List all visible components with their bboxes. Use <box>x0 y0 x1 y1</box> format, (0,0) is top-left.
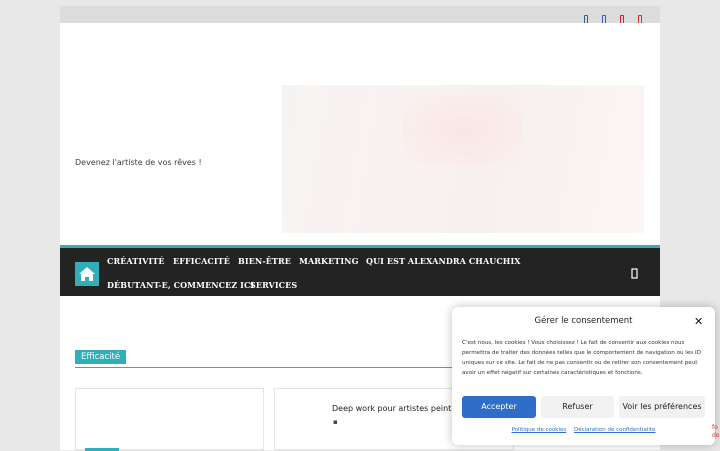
close-icon[interactable]: ✕ <box>694 315 703 328</box>
cookie-policy-link[interactable]: Politique de cookies <box>512 427 567 433</box>
top-bar <box>60 6 660 25</box>
consent-title: Gérer le consentement <box>534 316 633 326</box>
post-meta-icon: ▪ <box>333 418 338 426</box>
privacy-statement-link[interactable]: Déclaration de confidentialité <box>574 427 655 433</box>
site-tagline: Devenez l'artiste de vos rêves ! <box>75 158 202 167</box>
nav-item-creativite[interactable]: CRÉATIVITÉ <box>107 256 165 266</box>
accept-button[interactable]: Accepter <box>462 396 536 418</box>
refuse-button[interactable]: Refuser <box>541 396 614 418</box>
preferences-button[interactable]: Voir les préférences <box>619 396 705 418</box>
nav-item-efficacite[interactable]: EFFICACITÉ <box>173 256 230 266</box>
home-button[interactable] <box>75 262 99 286</box>
nav-item-debutant[interactable]: DÉBUTANT-E, COMMENCEZ ICI <box>107 280 254 290</box>
site-header: Devenez l'artiste de vos rêves ! <box>60 23 660 245</box>
search-icon[interactable] <box>629 268 641 280</box>
cookie-consent-dialog: Gérer le consentement ✕ C'est nous, les … <box>452 307 715 445</box>
nav-item-bien-etre[interactable]: BIEN-ÊTRE <box>238 256 291 266</box>
consent-text: C'est nous, les cookies ! Vous choisisse… <box>462 340 701 376</box>
consent-links: Politique de cookies Déclaration de conf… <box>452 427 715 433</box>
nav-item-marketing[interactable]: MARKETING <box>299 256 359 266</box>
header-image <box>282 85 644 233</box>
post-card[interactable] <box>75 388 264 451</box>
home-icon <box>79 267 95 281</box>
section-title[interactable]: Efficacité <box>75 350 127 364</box>
nav-item-qui-est[interactable]: QUI EST ALEXANDRA CHAUCHIX <box>366 256 521 266</box>
recaptcha-badge: fo do <box>712 424 720 439</box>
nav-item-services[interactable]: SERVICES <box>250 280 297 290</box>
post-title[interactable]: Deep work pour artistes peintres <box>332 404 464 413</box>
main-navigation: CRÉATIVITÉ EFFICACITÉ BIEN-ÊTRE MARKETIN… <box>60 245 660 296</box>
